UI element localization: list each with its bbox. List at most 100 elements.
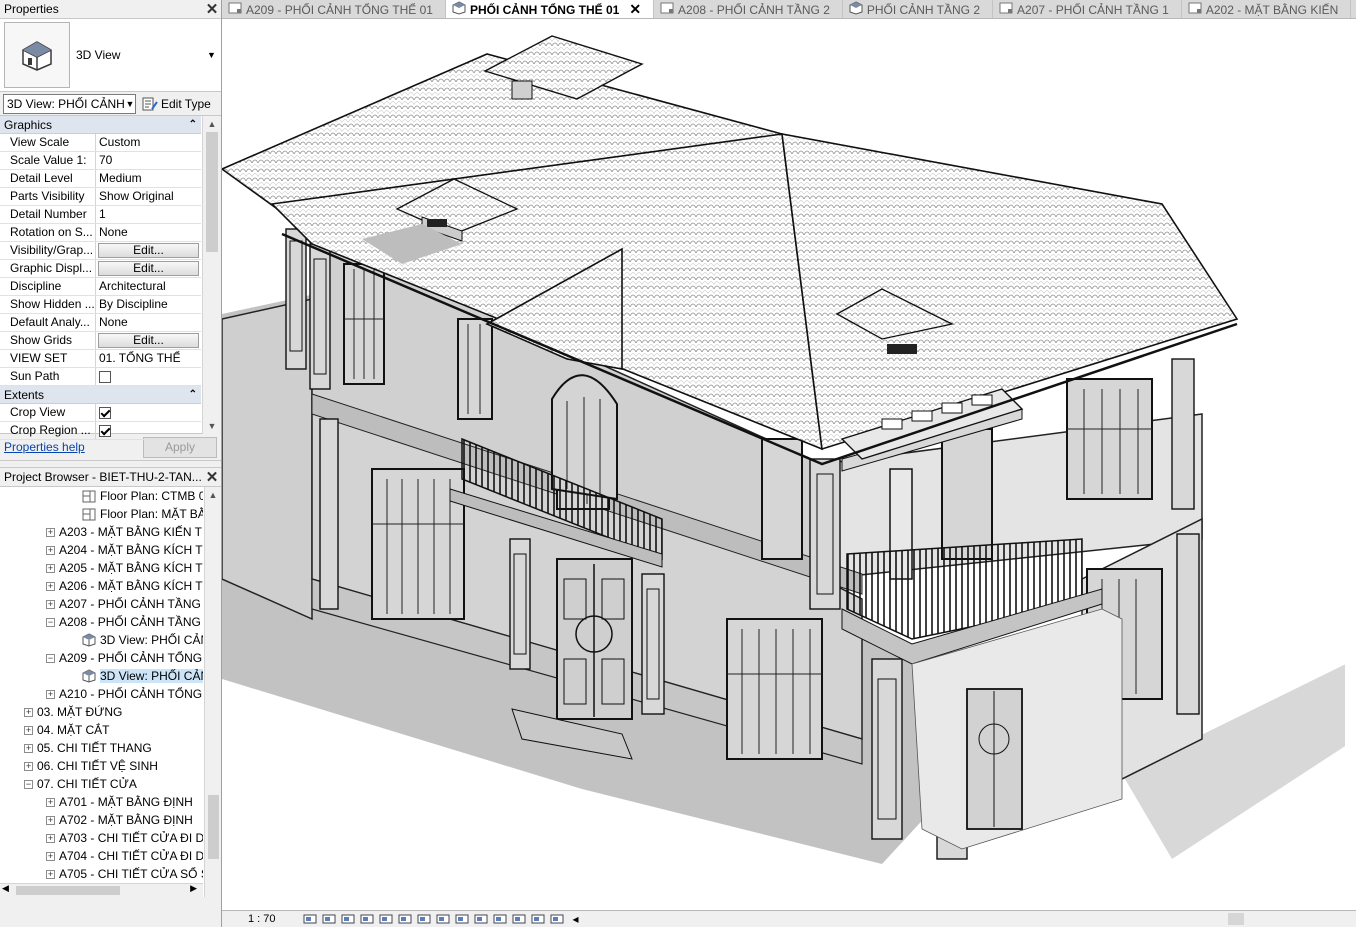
expand-icon[interactable]: + — [46, 833, 55, 843]
expand-icon[interactable]: + — [46, 797, 55, 807]
chevron-down-icon[interactable]: ▼ — [207, 50, 217, 60]
expand-icon[interactable]: + — [46, 545, 55, 555]
reveal-hidden-icon[interactable] — [473, 913, 488, 926]
property-checkbox[interactable] — [99, 371, 111, 383]
tree-item[interactable]: Floor Plan: CTMB 0 — [0, 487, 203, 505]
tree-item[interactable]: − A209 - PHỐI CẢNH TỔNG — [0, 649, 203, 667]
highlight-displacement-icon[interactable] — [530, 913, 545, 926]
view-tab[interactable]: A202 - MẶT BẰNG KIẾN — [1182, 0, 1352, 18]
properties-scrollbar[interactable]: ▲ ▼ — [202, 116, 221, 434]
tree-item[interactable]: + A705 - CHI TIẾT CỬA SỔ S — [0, 865, 203, 883]
expand-icon[interactable]: + — [24, 707, 33, 717]
tree-item[interactable]: + A205 - MẶT BẰNG KÍCH T — [0, 559, 203, 577]
view-tab[interactable]: A209 - PHỐI CẢNH TỔNG THỂ 01 — [222, 0, 446, 18]
expand-icon[interactable]: + — [24, 761, 33, 771]
view-scale-button[interactable]: 1 : 70 — [222, 913, 302, 925]
project-browser-hscroll-thumb[interactable] — [16, 886, 120, 895]
view-tab[interactable]: A208 - PHỐI CẢNH TẦNG 2 — [654, 0, 843, 18]
collapse-icon[interactable]: − — [24, 779, 33, 789]
view-tab[interactable]: A207 - PHỐI CẢNH TẦNG 1 — [993, 0, 1182, 18]
expand-icon[interactable]: + — [46, 599, 55, 609]
tree-item[interactable]: 3D View: PHỐI CẢN — [0, 631, 203, 649]
unlock-3d-icon[interactable] — [435, 913, 450, 926]
tree-item[interactable]: + A206 - MẶT BẰNG KÍCH T — [0, 577, 203, 595]
project-browser-close-icon[interactable]: ✕ — [203, 468, 221, 486]
tree-item[interactable]: + A204 - MẶT BẰNG KÍCH T — [0, 541, 203, 559]
tree-item[interactable]: + A702 - MẶT BẰNG ĐỊNH — [0, 811, 203, 829]
property-edit-button[interactable]: Edit... — [98, 261, 199, 276]
analytical-model-icon[interactable] — [511, 913, 526, 926]
property-value[interactable]: Show Original — [96, 188, 201, 205]
property-checkbox[interactable] — [99, 425, 111, 437]
tree-item[interactable]: +03. MẶT ĐỨNG — [0, 703, 203, 721]
tree-item[interactable]: +05. CHI TIẾT THANG — [0, 739, 203, 757]
sun-path-icon[interactable] — [340, 913, 355, 926]
visual-style-icon[interactable] — [321, 913, 336, 926]
expand-icon[interactable]: + — [46, 869, 55, 879]
property-edit-button[interactable]: Edit... — [98, 333, 199, 348]
temporary-view-icon[interactable] — [492, 913, 507, 926]
tree-item[interactable]: + A203 - MẶT BẰNG KIẾN T — [0, 523, 203, 541]
project-browser-hscrollbar[interactable]: ◀ ▶ — [0, 883, 203, 897]
expand-icon[interactable]: + — [46, 689, 55, 699]
project-browser-scrollbar[interactable]: ▲ — [204, 487, 221, 897]
scroll-left-icon[interactable]: ◂ — [568, 912, 583, 926]
property-checkbox[interactable] — [99, 407, 111, 419]
edit-type-button[interactable]: Edit Type — [140, 97, 213, 111]
tree-item[interactable]: 3D View: PHỐI CẢN — [0, 667, 203, 685]
tree-item[interactable]: + A703 - CHI TIẾT CỬA ĐI D — [0, 829, 203, 847]
expand-icon[interactable]: + — [24, 743, 33, 753]
tree-item[interactable]: + A704 - CHI TIẾT CỬA ĐI D — [0, 847, 203, 865]
property-value[interactable]: None — [96, 224, 201, 241]
viewport-hscroll-thumb[interactable] — [1228, 913, 1244, 925]
property-group-graphics[interactable]: Graphics ⌃ — [0, 116, 201, 134]
expand-icon[interactable]: + — [24, 725, 33, 735]
expand-icon[interactable]: + — [46, 851, 55, 861]
tree-item[interactable]: + A207 - PHỐI CẢNH TẦNG — [0, 595, 203, 613]
tree-item[interactable]: + A701 - MẶT BẰNG ĐỊNH — [0, 793, 203, 811]
property-value[interactable]: None — [96, 314, 201, 331]
expand-icon[interactable]: + — [46, 815, 55, 825]
property-value[interactable]: 1 — [96, 206, 201, 223]
expand-icon[interactable]: + — [46, 581, 55, 591]
3d-viewport[interactable] — [222, 19, 1356, 910]
property-value[interactable]: 01. TỔNG THỂ — [96, 350, 201, 367]
property-value[interactable]: Custom — [96, 134, 201, 151]
property-value[interactable]: Medium — [96, 170, 201, 187]
property-value[interactable]: By Discipline — [96, 296, 201, 313]
scroll-right-icon[interactable]: ▶ — [190, 883, 197, 894]
reveal-constraints-icon[interactable] — [549, 913, 564, 926]
render-icon[interactable] — [378, 913, 393, 926]
tree-item[interactable]: +04. MẶT CẮT — [0, 721, 203, 739]
building-3d-model[interactable] — [222, 19, 1356, 910]
view-instance-dropdown[interactable]: 3D View: PHỐI CẢNH ▼ — [3, 93, 136, 114]
collapse-icon[interactable]: − — [46, 617, 55, 627]
property-value[interactable]: 70 — [96, 152, 201, 169]
scroll-left-icon[interactable]: ◀ — [2, 883, 9, 894]
detail-level-icon[interactable] — [302, 913, 317, 926]
scroll-up-icon[interactable]: ▲ — [203, 116, 221, 132]
tree-item[interactable]: −07. CHI TIẾT CỬA — [0, 775, 203, 793]
tree-item[interactable]: Floor Plan: MẶT BẰ — [0, 505, 203, 523]
expand-icon[interactable]: + — [46, 527, 55, 537]
properties-scroll-thumb[interactable] — [206, 132, 218, 252]
view-tab[interactable]: PHỐI CẢNH TỔNG THỂ 01 ✕ — [445, 0, 655, 18]
view-tab[interactable]: PHỐI CẢNH TẦNG 2 — [843, 0, 994, 18]
viewport-vscrollbar[interactable] — [1345, 19, 1356, 910]
scroll-up-icon[interactable]: ▲ — [205, 487, 221, 503]
properties-close-icon[interactable]: ✕ — [203, 0, 221, 18]
collapse-icon[interactable]: ⌃ — [189, 119, 197, 130]
tree-item[interactable]: + A210 - PHỐI CẢNH TỔNG — [0, 685, 203, 703]
tree-item[interactable]: − A208 - PHỐI CẢNH TẦNG — [0, 613, 203, 631]
close-icon[interactable]: ✕ — [629, 1, 641, 18]
collapse-icon[interactable]: − — [46, 653, 55, 663]
type-selector[interactable]: 3D View ▼ — [0, 19, 221, 92]
collapse-icon[interactable]: ⌃ — [189, 389, 197, 400]
property-edit-button[interactable]: Edit... — [98, 243, 199, 258]
show-crop-icon[interactable] — [416, 913, 431, 926]
temporary-hide-icon[interactable] — [454, 913, 469, 926]
property-group-extents[interactable]: Extents ⌃ — [0, 386, 201, 404]
scroll-down-icon[interactable]: ▼ — [203, 418, 221, 434]
property-value[interactable]: Architectural — [96, 278, 201, 295]
project-browser-scroll-thumb[interactable] — [208, 795, 219, 859]
